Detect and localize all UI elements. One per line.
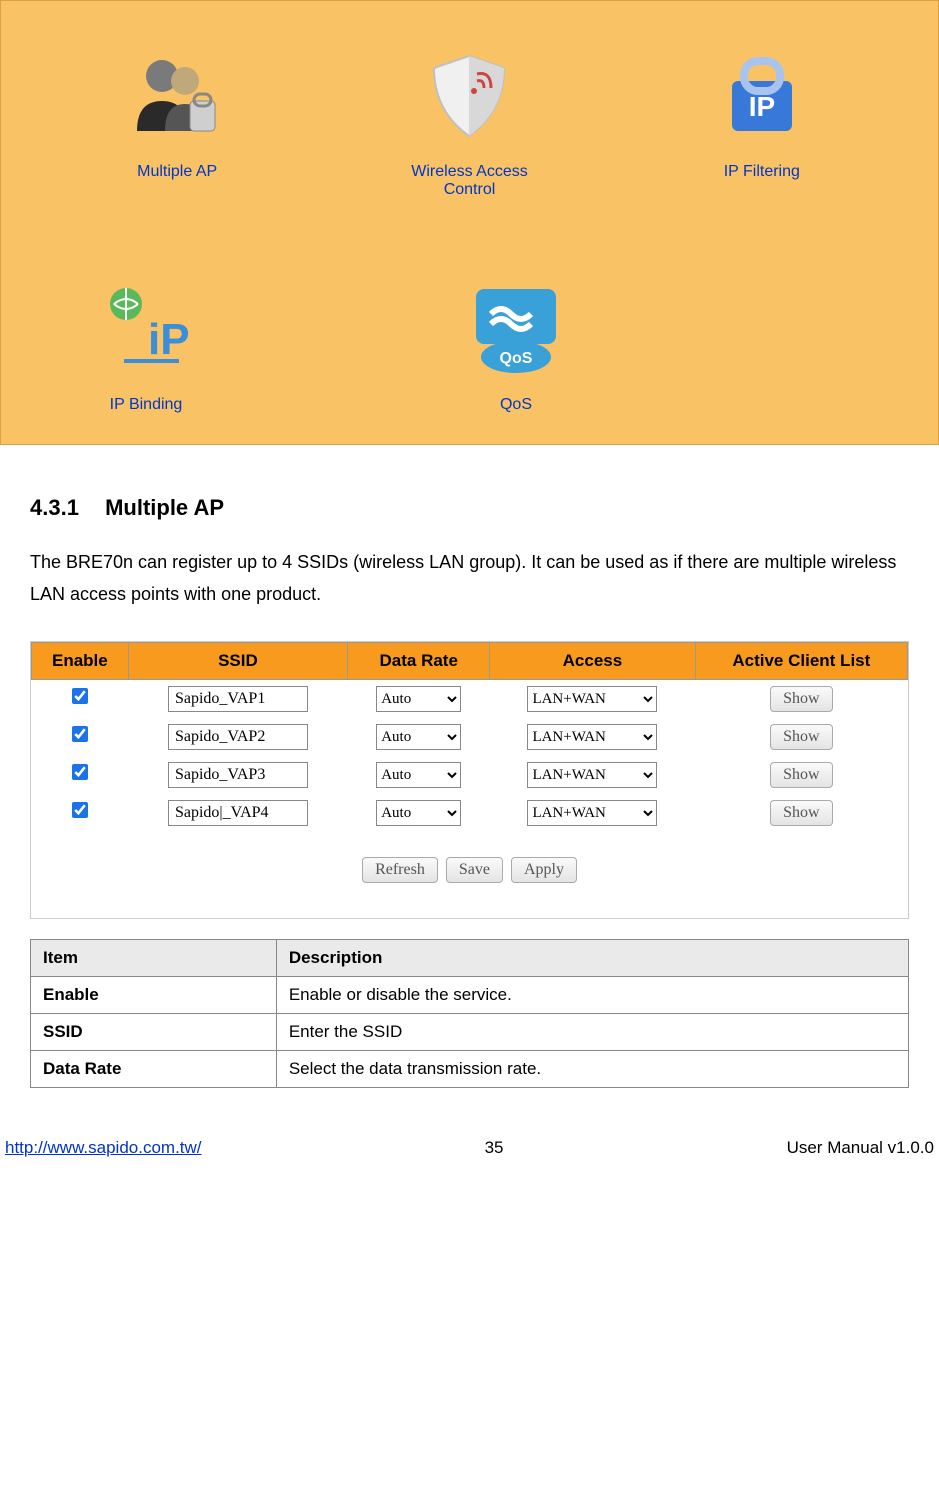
icon-item-qos[interactable]: QoS QoS xyxy=(431,274,601,414)
enable-checkbox[interactable] xyxy=(72,726,88,742)
section-number: 4.3.1 xyxy=(30,495,79,520)
save-button[interactable]: Save xyxy=(446,857,503,883)
ssid-panel: Enable SSID Data Rate Access Active Clie… xyxy=(30,641,909,919)
col-active: Active Client List xyxy=(695,642,907,679)
col-datarate: Data Rate xyxy=(348,642,490,679)
col-ssid: SSID xyxy=(128,642,347,679)
ip-lock-icon: IP xyxy=(707,41,817,151)
ssid-row: Auto LAN+WAN Show xyxy=(32,794,908,832)
svg-text:IP: IP xyxy=(749,91,775,122)
desc-col-item: Item xyxy=(31,939,277,976)
ssid-table: Enable SSID Data Rate Access Active Clie… xyxy=(31,642,908,832)
desc-item: Data Rate xyxy=(31,1050,277,1087)
ssid-input[interactable] xyxy=(168,724,308,750)
ssid-row: Auto LAN+WAN Show xyxy=(32,718,908,756)
icon-row-2: iP IP Binding QoS QoS xyxy=(31,274,908,414)
show-button[interactable]: Show xyxy=(770,724,832,750)
datarate-select[interactable]: Auto xyxy=(376,762,461,788)
ssid-row: Auto LAN+WAN Show xyxy=(32,756,908,794)
refresh-button[interactable]: Refresh xyxy=(362,857,438,883)
svg-text:QoS: QoS xyxy=(500,350,533,367)
show-button[interactable]: Show xyxy=(770,762,832,788)
datarate-select[interactable]: Auto xyxy=(376,800,461,826)
manual-version: User Manual v1.0.0 xyxy=(787,1138,934,1158)
access-select[interactable]: LAN+WAN xyxy=(527,724,657,750)
ip-globe-icon: iP xyxy=(91,274,201,384)
page-number: 35 xyxy=(485,1138,504,1158)
icon-item-wireless-access[interactable]: Wireless Access Control xyxy=(384,41,554,199)
show-button[interactable]: Show xyxy=(770,686,832,712)
desc-row: Data RateSelect the data transmission ra… xyxy=(31,1050,909,1087)
footer-url[interactable]: http://www.sapido.com.tw/ xyxy=(5,1138,202,1158)
desc-text: Select the data transmission rate. xyxy=(276,1050,908,1087)
icon-label: IP Filtering xyxy=(724,163,800,181)
desc-item: Enable xyxy=(31,976,277,1013)
icon-item-ip-filtering[interactable]: IP IP Filtering xyxy=(677,41,847,199)
enable-checkbox[interactable] xyxy=(72,688,88,704)
icon-item-multiple-ap[interactable]: Multiple AP xyxy=(92,41,262,199)
col-access: Access xyxy=(490,642,695,679)
description-table: Item Description EnableEnable or disable… xyxy=(30,939,909,1088)
ssid-input[interactable] xyxy=(168,762,308,788)
show-button[interactable]: Show xyxy=(770,800,832,826)
desc-item: SSID xyxy=(31,1013,277,1050)
icon-label: IP Binding xyxy=(110,396,183,414)
desc-row: SSIDEnter the SSID xyxy=(31,1013,909,1050)
icon-label: QoS xyxy=(500,396,532,414)
ssid-input[interactable] xyxy=(168,800,308,826)
desc-col-desc: Description xyxy=(276,939,908,976)
icon-panel: Multiple AP Wireless Access Control IP xyxy=(0,0,939,445)
apply-button[interactable]: Apply xyxy=(511,857,577,883)
access-select[interactable]: LAN+WAN xyxy=(527,762,657,788)
page-footer: http://www.sapido.com.tw/ 35 User Manual… xyxy=(0,1108,939,1168)
enable-checkbox[interactable] xyxy=(72,802,88,818)
ssid-row: Auto LAN+WAN Show xyxy=(32,679,908,718)
desc-text: Enable or disable the service. xyxy=(276,976,908,1013)
access-select[interactable]: LAN+WAN xyxy=(527,800,657,826)
access-select[interactable]: LAN+WAN xyxy=(527,686,657,712)
shield-icon xyxy=(414,41,524,151)
desc-text: Enter the SSID xyxy=(276,1013,908,1050)
section-title: Multiple AP xyxy=(105,495,224,520)
desc-row: EnableEnable or disable the service. xyxy=(31,976,909,1013)
icon-label: Wireless Access Control xyxy=(384,163,554,199)
ssid-header-row: Enable SSID Data Rate Access Active Clie… xyxy=(32,642,908,679)
col-enable: Enable xyxy=(32,642,129,679)
content-section: 4.3.1 Multiple AP The BRE70n can registe… xyxy=(0,445,939,1108)
action-bar: Refresh Save Apply xyxy=(31,832,908,918)
icon-item-ip-binding[interactable]: iP IP Binding xyxy=(61,274,231,414)
enable-checkbox[interactable] xyxy=(72,764,88,780)
svg-text:iP: iP xyxy=(148,315,190,364)
datarate-select[interactable]: Auto xyxy=(376,724,461,750)
icon-label: Multiple AP xyxy=(137,163,217,181)
icon-row-1: Multiple AP Wireless Access Control IP xyxy=(31,41,908,199)
multiple-ap-icon xyxy=(122,41,232,151)
section-heading: 4.3.1 Multiple AP xyxy=(30,495,909,521)
qos-icon: QoS xyxy=(461,274,571,384)
section-paragraph: The BRE70n can register up to 4 SSIDs (w… xyxy=(30,546,909,611)
ssid-input[interactable] xyxy=(168,686,308,712)
datarate-select[interactable]: Auto xyxy=(376,686,461,712)
